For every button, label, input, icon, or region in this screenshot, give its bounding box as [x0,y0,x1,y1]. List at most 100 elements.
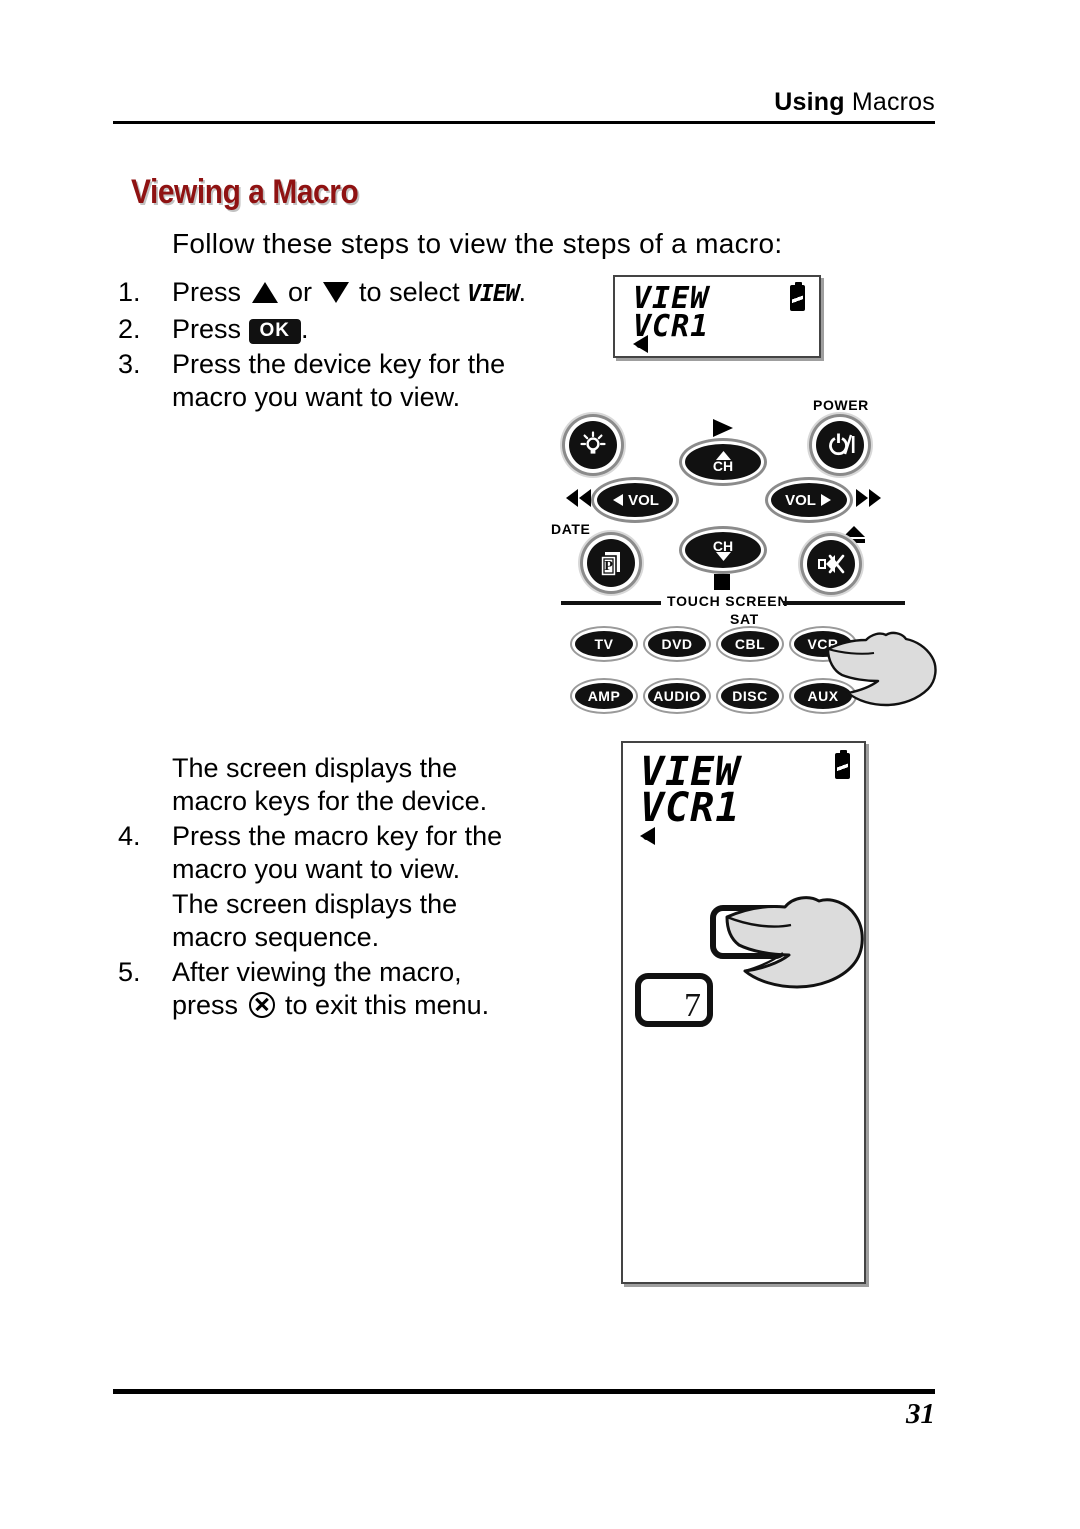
date-label: DATE [551,521,591,537]
note-1: The screen displays the macro keys for t… [110,752,580,818]
ir-signal-icon [640,827,655,845]
device-key-dvd[interactable]: DVD [648,631,706,657]
header-bold-word: Using [774,88,845,116]
power-label: POWER [813,397,869,413]
page-icon: P [600,552,620,577]
macro-key-5[interactable]: 5 [710,905,788,959]
vol-right-label: VOL [785,491,816,509]
remote-control-diagram: POWER CH VOL VOL DATE P CH TOUCH SCREEN … [545,395,945,709]
intro-text: Follow these steps to view the steps of … [172,228,783,259]
note-2-line-2: macro sequence. [172,922,380,952]
note-2-line-1: The screen displays the [172,889,458,919]
light-bulb-icon [580,431,606,454]
page-title: Viewing a Macro [131,173,359,211]
device-key-amp[interactable]: AMP [575,683,633,709]
note-1-body: The screen displays the macro keys for t… [172,752,580,818]
volume-down-button[interactable]: VOL [597,483,673,517]
lcd-display-small: VIEW VCR1 [613,275,821,358]
macro-key-5-label: 5 [759,919,776,956]
step-1-lcd-word: VIEW [467,281,519,307]
battery-icon [835,750,850,779]
svg-text:P: P [604,559,613,574]
step-3-body: Press the device key for the macro you w… [172,348,580,414]
touch-screen-label: TOUCH SCREEN [667,593,789,609]
down-triangle-icon [322,282,349,303]
skip-forward-icon [853,487,883,513]
step-5-line-2: press to exit this menu. [172,989,580,1022]
ch-up-label: CH [712,458,734,474]
touch-screen-rule-right [783,601,905,605]
step-5-text-before: press [172,990,246,1020]
step-1-text-after: to select [351,277,468,307]
play-icon [710,417,736,443]
step-5: 5. After viewing the macro, press to exi… [110,956,580,1022]
down-arrow-icon [715,552,731,561]
step-4-number: 4. [118,821,141,851]
step-1-text-end: . [518,277,527,307]
channel-up-button[interactable]: CH [685,444,761,480]
right-arrow-icon [820,494,831,506]
steps-list-top: 1. Press or to select VIEW. 2. Press OK.… [110,276,580,416]
up-triangle-icon [251,282,278,303]
step-3-number: 3. [118,349,141,379]
touch-screen-rule-left [561,601,661,605]
step-5-body: After viewing the macro, press to exit t… [172,956,580,1022]
step-2-body: Press OK. [172,313,580,346]
power-icon [829,433,855,456]
step-4-line-1: Press the macro key for the [172,821,503,851]
date-button[interactable]: P [587,539,635,587]
header-rule [113,121,935,124]
left-arrow-icon [613,494,624,506]
step-1-text-before: Press [172,277,249,307]
device-key-vcr[interactable]: VCR [794,631,852,657]
lcd-display-large: VIEW VCR1 5 7 [621,741,866,1284]
header-normal-word: Macros [844,88,935,116]
step-5-line-1: After viewing the macro, [172,957,462,987]
light-button[interactable] [569,421,617,469]
step-1: 1. Press or to select VIEW. [110,276,580,311]
device-key-tv[interactable]: TV [575,631,633,657]
step-1-text-middle: or [280,277,320,307]
step-2-text-end: . [301,314,309,344]
step-1-number: 1. [118,277,141,307]
step-2-text-before: Press [172,314,249,344]
note-1-line-2: macro keys for the device. [172,786,488,816]
battery-icon [790,282,805,311]
running-header: Using Macros [113,88,935,124]
header-text: Using Macros [113,88,935,117]
device-key-cbl[interactable]: CBL [721,631,779,657]
note-1-line-1: The screen displays the [172,753,458,783]
step-2-number: 2. [118,314,141,344]
ok-key-glyph: OK [248,319,302,344]
step-5-text-after: to exit this menu. [277,990,490,1020]
step-5-number: 5. [118,957,141,987]
step-2: 2. Press OK. [110,313,580,346]
skip-back-icon [564,487,594,513]
step-3-line-2: macro you want to view. [172,382,461,412]
note-2: The screen displays the macro sequence. [110,888,580,954]
channel-down-button[interactable]: CH [685,532,761,568]
exit-x-circle-icon [248,992,275,1018]
step-4: 4. Press the macro key for the macro you… [110,820,580,886]
device-key-disc[interactable]: DISC [721,683,779,709]
steps-list-bottom: The screen displays the macro keys for t… [110,752,580,1024]
device-key-aux[interactable]: AUX [794,683,852,709]
step-4-body: Press the macro key for the macro you wa… [172,820,580,886]
macro-key-7[interactable]: 7 [635,973,713,1027]
note-2-body: The screen displays the macro sequence. [172,888,580,954]
mute-button[interactable] [807,540,855,588]
step-3: 3. Press the device key for the macro yo… [110,348,580,414]
step-1-body: Press or to select VIEW. [172,276,580,311]
page-number: 31 [906,1398,935,1430]
stop-icon [713,573,731,595]
vol-left-label: VOL [628,491,659,509]
ir-signal-icon [633,335,648,353]
mute-icon [818,554,845,574]
footer-rule [113,1389,935,1394]
volume-up-button[interactable]: VOL [771,483,847,517]
lcd-large-line-2: VCR1 [640,785,741,831]
step-3-line-1: Press the device key for the [172,349,506,379]
device-key-audio[interactable]: AUDIO [648,683,706,709]
power-button[interactable] [816,421,864,469]
macro-key-7-label: 7 [684,987,701,1024]
